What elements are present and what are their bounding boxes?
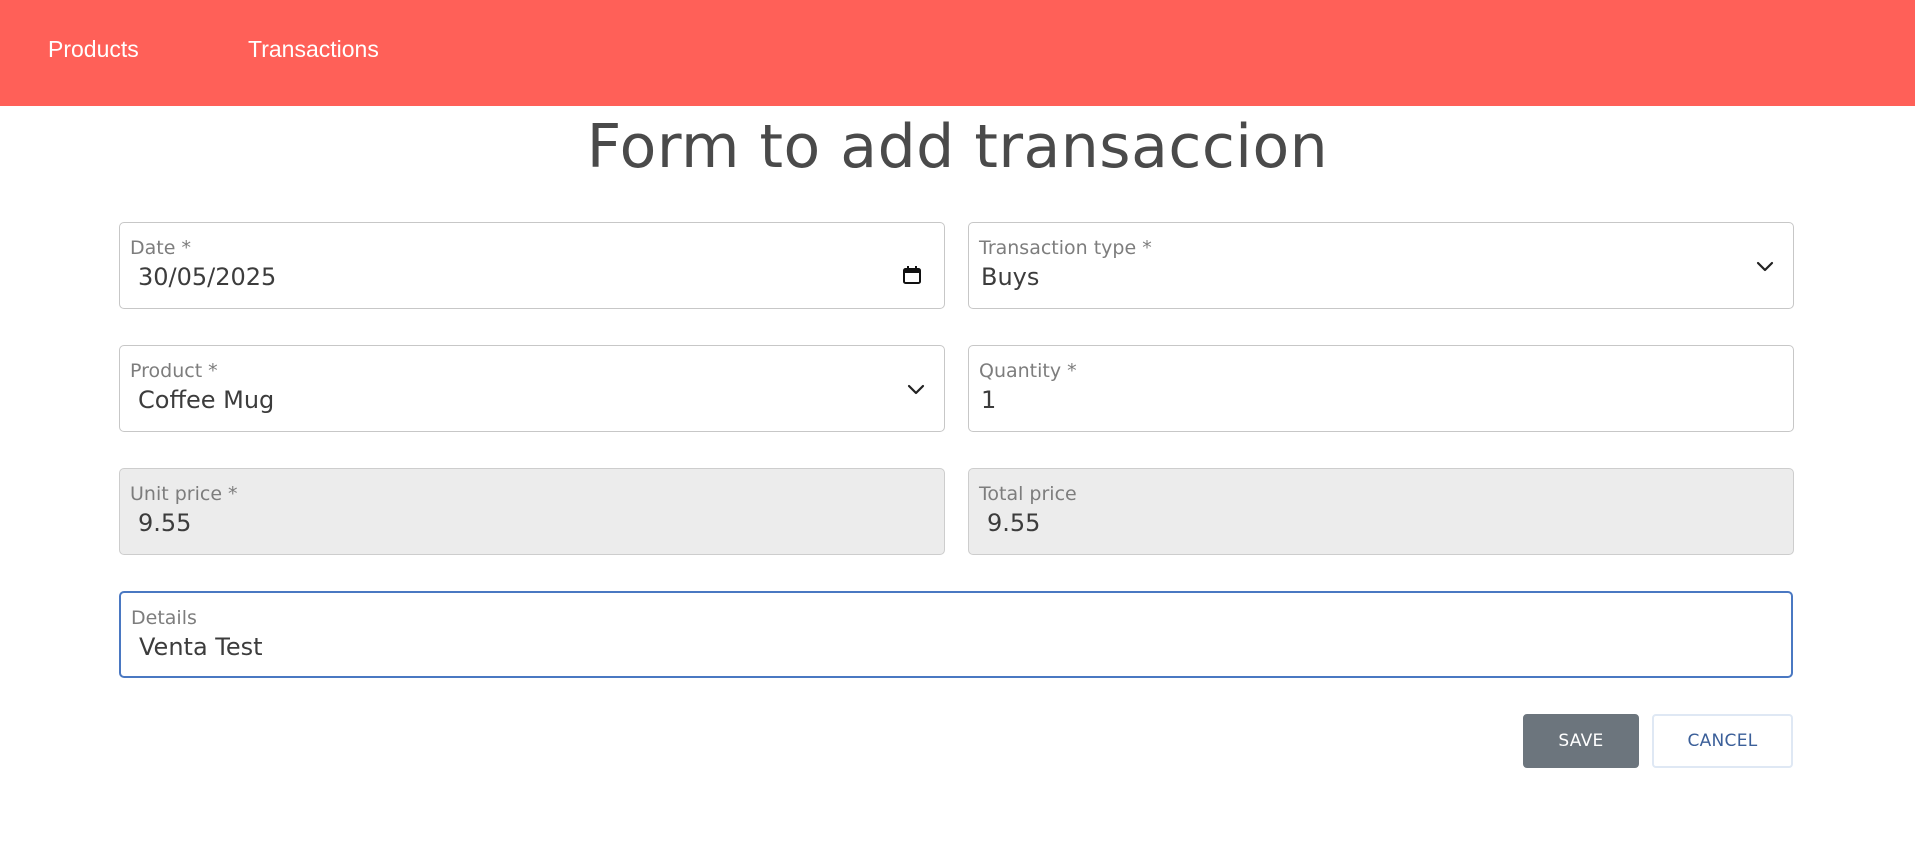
unit-price-field: Unit price * 9.55: [119, 468, 945, 555]
date-label: Date *: [130, 237, 191, 259]
product-value[interactable]: Coffee Mug: [138, 386, 274, 414]
quantity-value[interactable]: 1: [981, 386, 996, 414]
total-price-field: Total price 9.55: [968, 468, 1794, 555]
product-select[interactable]: Product * Coffee Mug: [119, 345, 945, 432]
page-title: Form to add transaccion: [586, 112, 1329, 182]
quantity-label: Quantity *: [979, 360, 1077, 382]
details-value[interactable]: Venta Test: [139, 633, 263, 661]
calendar-icon[interactable]: [902, 265, 922, 285]
unit-price-label: Unit price *: [130, 483, 238, 505]
details-label: Details: [131, 607, 197, 629]
transaction-type-label: Transaction type *: [979, 237, 1152, 259]
total-price-label: Total price: [979, 483, 1077, 505]
nav-link-transactions[interactable]: Transactions: [248, 36, 379, 63]
cancel-button[interactable]: CANCEL: [1652, 714, 1793, 768]
unit-price-value: 9.55: [138, 509, 192, 537]
nav-link-products[interactable]: Products: [48, 36, 139, 63]
total-price-value: 9.55: [987, 509, 1041, 537]
details-field[interactable]: Details Venta Test: [119, 591, 1793, 678]
chevron-down-icon[interactable]: [1755, 256, 1775, 276]
save-button[interactable]: SAVE: [1523, 714, 1639, 768]
transaction-type-value[interactable]: Buys: [981, 263, 1039, 291]
top-navbar: Products Transactions: [0, 0, 1915, 106]
transaction-type-select[interactable]: Transaction type * Buys: [968, 222, 1794, 309]
date-field[interactable]: Date * 30/05/2025: [119, 222, 945, 309]
chevron-down-icon[interactable]: [906, 379, 926, 399]
quantity-field[interactable]: Quantity * 1: [968, 345, 1794, 432]
date-value[interactable]: 30/05/2025: [138, 263, 276, 291]
product-label: Product *: [130, 360, 218, 382]
